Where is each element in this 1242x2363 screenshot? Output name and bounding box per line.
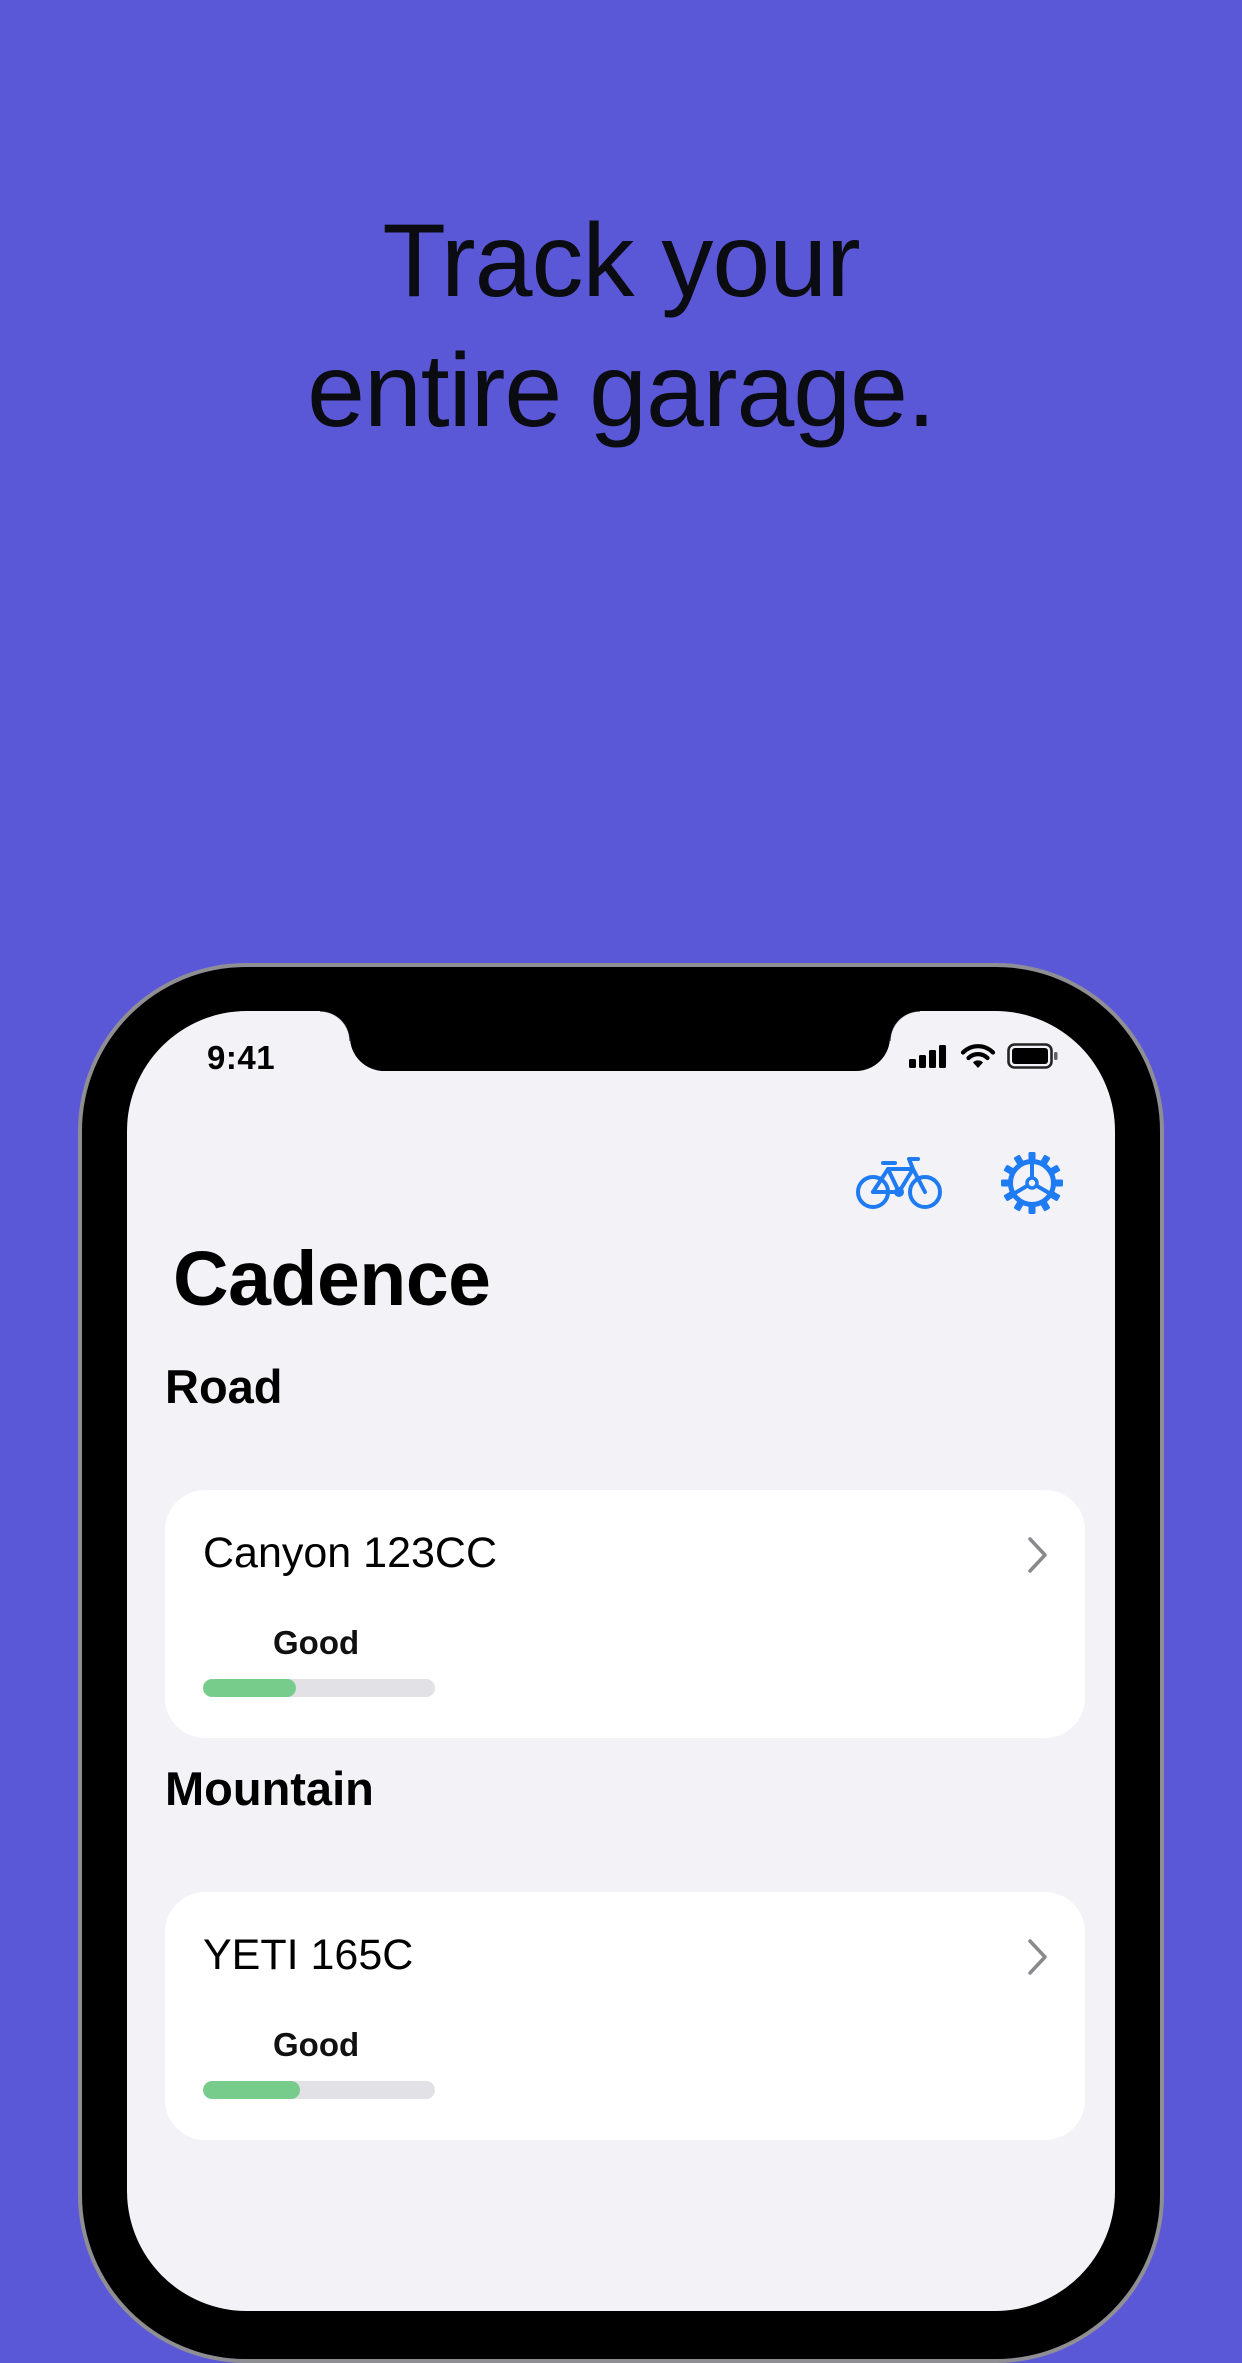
phone-screen: 9:41 Cadence Road Canyon 123CC Good Moun… xyxy=(127,1011,1115,2311)
bike-name: YETI 165C xyxy=(203,1931,414,1979)
battery-icon xyxy=(1007,1043,1058,1069)
bicycle-icon[interactable] xyxy=(855,1154,943,1212)
condition-label: Good xyxy=(273,2026,360,2063)
cellular-signal-icon xyxy=(909,1045,946,1068)
wifi-icon xyxy=(960,1044,996,1068)
bike-card-yeti[interactable]: YETI 165C Good xyxy=(165,1892,1085,2140)
wear-progress-bar xyxy=(203,2081,435,2099)
bike-card-canyon[interactable]: Canyon 123CC Good xyxy=(165,1490,1085,1738)
phone-frame: 9:41 Cadence Road Canyon 123CC Good Moun… xyxy=(78,963,1164,2363)
wear-progress-bar xyxy=(203,1679,435,1697)
section-title-mountain: Mountain xyxy=(165,1762,374,1815)
wear-progress-fill xyxy=(203,2081,301,2099)
headline-line-2: entire garage. xyxy=(307,333,936,449)
section-title-road: Road xyxy=(165,1360,283,1413)
phone-notch xyxy=(320,1011,920,1071)
status-bar-time: 9:41 xyxy=(207,1039,276,1076)
chevron-right-icon xyxy=(1028,1537,1047,1573)
status-bar-icons xyxy=(909,1041,1059,1071)
bike-name: Canyon 123CC xyxy=(203,1529,498,1577)
wear-progress-fill xyxy=(203,1679,296,1697)
phone-bezel: 9:41 Cadence Road Canyon 123CC Good Moun… xyxy=(82,967,1160,2359)
app-title: Cadence xyxy=(173,1236,491,1322)
headline-line-1: Track your xyxy=(382,203,860,319)
chevron-right-icon xyxy=(1028,1939,1047,1975)
condition-label: Good xyxy=(273,1624,360,1661)
gear-icon[interactable] xyxy=(1000,1151,1064,1215)
marketing-headline: Track your entire garage. xyxy=(0,196,1242,456)
